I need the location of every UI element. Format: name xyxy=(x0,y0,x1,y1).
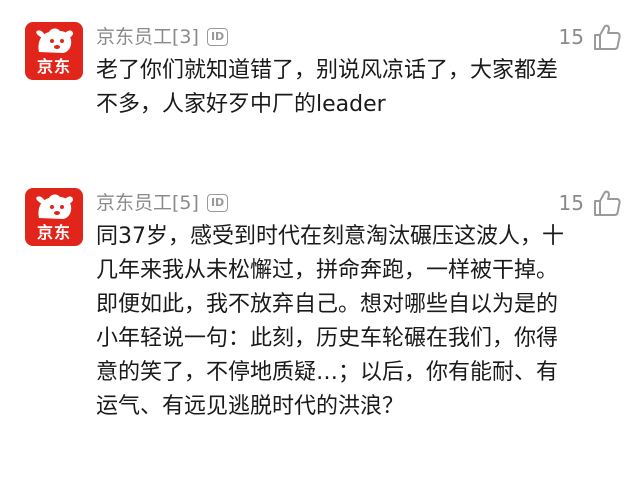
like-count: 15 xyxy=(558,191,584,215)
comment-text: 同37岁，感受到时代在刻意淘汰碾压这波人，十几年来我从未松懈过，拼命奔跑，一样被… xyxy=(96,224,564,419)
user-level: [3] xyxy=(172,26,199,48)
thumbs-up-icon xyxy=(594,24,621,50)
avatar[interactable]: 京东 xyxy=(25,188,83,246)
comment-text: 老了你们就知道错了，别说风凉话了，大家都差不多，人家好歹中厂的leader xyxy=(96,58,559,117)
jd-dog-logo-icon xyxy=(36,194,73,219)
username[interactable]: 京东员工 xyxy=(96,190,172,216)
like-count: 15 xyxy=(558,25,584,49)
user-level: [5] xyxy=(172,192,199,214)
avatar[interactable]: 京东 xyxy=(25,22,83,80)
jd-dog-logo-icon xyxy=(36,28,73,53)
username[interactable]: 京东员工 xyxy=(96,24,172,50)
thumbs-up-icon xyxy=(594,190,621,216)
id-badge-icon: ID xyxy=(206,194,229,212)
avatar-label: 京东 xyxy=(36,223,71,242)
comment-header: 京东员工 [5] ID xyxy=(96,190,229,216)
id-badge-icon: ID xyxy=(206,28,229,46)
like-button[interactable]: 15 xyxy=(559,20,622,54)
like-button[interactable]: 15 xyxy=(559,186,622,220)
avatar-label: 京东 xyxy=(36,57,71,76)
comment-header: 京东员工 [3] ID xyxy=(96,24,229,50)
